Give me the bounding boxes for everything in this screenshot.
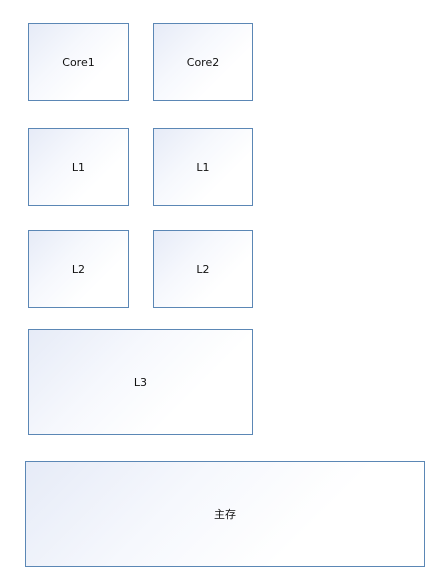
core2-box: Core2 [153,23,253,101]
l3-label: L3 [133,375,148,389]
l2-left-label: L2 [71,262,86,276]
l2-cache-left-box: L2 [28,230,129,308]
main-memory-box: 主存 [25,461,425,567]
main-memory-label: 主存 [214,507,236,521]
l1-cache-left-box: L1 [28,128,129,206]
l1-left-label: L1 [71,160,86,174]
l2-right-label: L2 [196,262,210,276]
l3-cache-box: L3 [28,329,253,435]
l2-cache-right-box: L2 [153,230,253,308]
core2-label: Core2 [186,55,220,69]
cache-hierarchy-diagram: Core1 Core2 L1 L1 L2 L2 L3 主存 [0,0,444,582]
core1-box: Core1 [28,23,129,101]
core1-label: Core1 [62,55,95,69]
l1-right-label: L1 [196,160,210,174]
l1-cache-right-box: L1 [153,128,253,206]
